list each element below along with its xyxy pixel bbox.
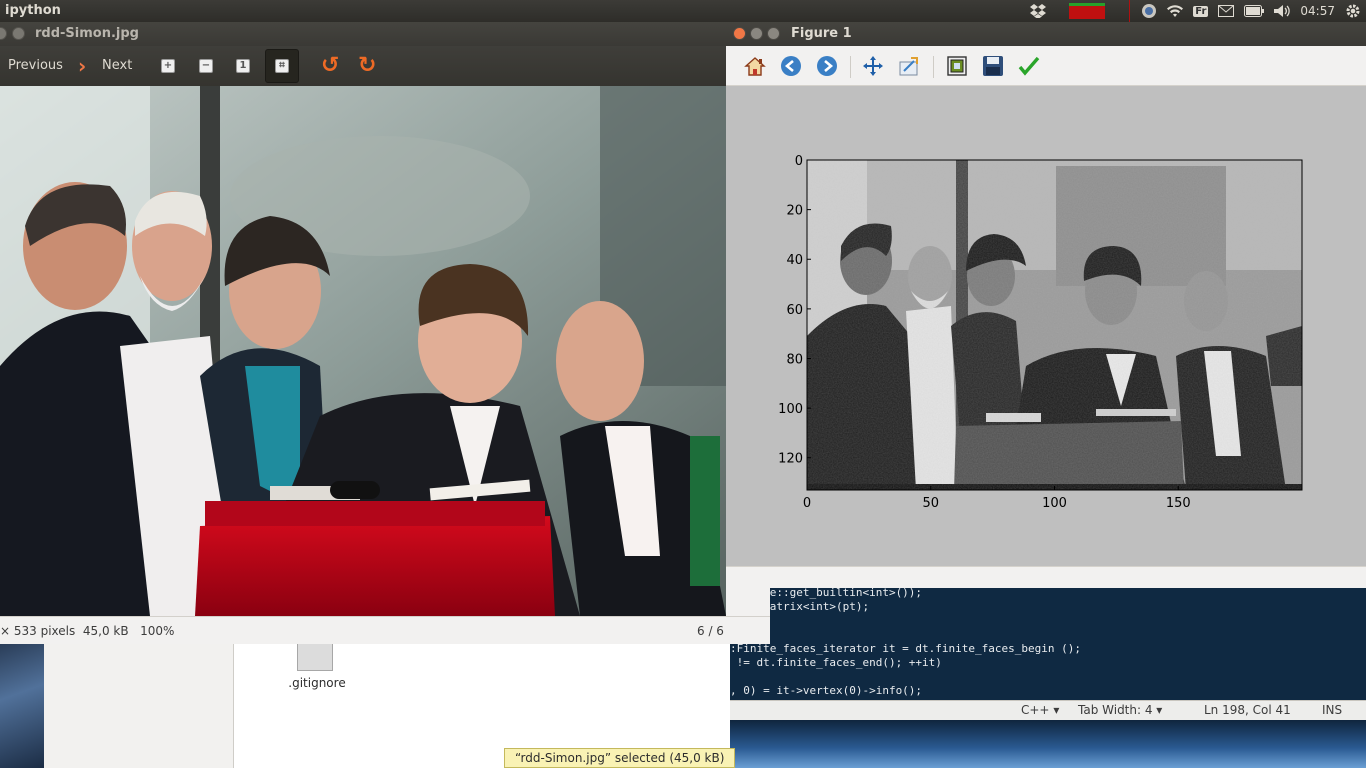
next-arrow-icon[interactable]: › xyxy=(78,54,86,78)
file-manager-sidebar[interactable] xyxy=(44,642,234,768)
chat-status-icon[interactable] xyxy=(1141,0,1157,22)
figure-window: Figure 1 0 50 100 150 0 20 40 60 80 100 … xyxy=(726,22,1366,588)
image-viewer-toolbar: Previous › Next + − 1 ⌗ ↺ ↻ xyxy=(0,46,726,86)
forward-icon[interactable] xyxy=(815,54,839,78)
back-icon[interactable] xyxy=(779,54,803,78)
zoom-icon[interactable] xyxy=(897,54,921,78)
editor-statusbar: C++ ▾ Tab Width: 4 ▾ Ln 198, Col 41 INS xyxy=(728,700,1366,720)
app-title: ipython xyxy=(5,3,61,18)
code-line: ::dtype::get_builtin<int>()); xyxy=(730,586,923,599)
y-tick-label: 80 xyxy=(786,352,803,367)
zoom-out-button[interactable]: − xyxy=(194,54,218,78)
mail-icon[interactable] xyxy=(1218,0,1235,22)
language-selector[interactable]: C++ ▾ xyxy=(1021,703,1059,717)
photo-view[interactable] xyxy=(0,86,726,616)
code-line: :Finite_faces_iterator it = dt.finite_fa… xyxy=(730,642,1081,655)
indicator-flag-icon[interactable] xyxy=(1069,3,1106,19)
selection-status: “rdd-Simon.jpg” selected (45,0 kB) xyxy=(504,748,736,768)
minimize-button[interactable] xyxy=(12,27,25,40)
dropbox-icon[interactable] xyxy=(1030,0,1047,22)
zoom-in-button[interactable]: + xyxy=(156,54,180,78)
wallpaper-earth-left xyxy=(0,644,46,768)
image-viewer-statusbar: × 533 pixels 45,0 kB 100% 6 / 6 xyxy=(0,616,770,644)
best-fit-button[interactable]: ⌗ xyxy=(265,49,299,83)
cursor-position: Ln 198, Col 41 xyxy=(1204,703,1291,717)
minimize-button[interactable] xyxy=(750,27,763,40)
x-tick-label: 50 xyxy=(922,496,939,511)
code-line: n_to_matrix<int>(pt); xyxy=(730,600,870,613)
volume-icon[interactable] xyxy=(1274,0,1291,22)
image-dimensions: × 533 pixels xyxy=(0,624,76,638)
figure-canvas[interactable]: 0 50 100 150 0 20 40 60 80 100 120 xyxy=(726,86,1366,566)
figure-titlebar[interactable]: Figure 1 xyxy=(726,22,1366,46)
zoom-out-icon: − xyxy=(199,59,213,73)
x-tick-label: 0 xyxy=(803,496,811,511)
code-editor-window: ::dtype::get_builtin<int>()); n_to_matri… xyxy=(728,586,1366,720)
y-tick-label: 20 xyxy=(786,204,803,219)
tab-width-selector[interactable]: Tab Width: 4 ▾ xyxy=(1078,703,1162,717)
x-tick-label: 100 xyxy=(1042,496,1067,511)
code-line: , 0) = it->vertex(0)->info(); xyxy=(730,684,923,697)
image-plot: 0 50 100 150 0 20 40 60 80 100 120 xyxy=(778,154,1303,511)
toolbar-separator xyxy=(850,56,851,78)
home-icon[interactable] xyxy=(743,54,767,78)
next-button[interactable]: Next xyxy=(102,58,132,73)
y-tick-label: 120 xyxy=(778,452,803,467)
y-tick-label: 100 xyxy=(778,402,803,417)
text-file-icon[interactable] xyxy=(297,642,333,671)
figure-title: Figure 1 xyxy=(791,26,852,41)
code-line: != dt.finite_faces_end(); ++it) xyxy=(730,656,942,669)
edit-icon[interactable] xyxy=(1017,54,1041,78)
normal-size-button[interactable]: 1 xyxy=(231,54,255,78)
close-button[interactable] xyxy=(733,27,746,40)
file-manager-window: .gitignore “rdd-Simon.jpg” selected (45,… xyxy=(44,642,736,768)
image-position: 6 / 6 xyxy=(697,624,724,638)
grayscale-image xyxy=(807,160,1302,490)
top-panel: ipython Fr 04:57 xyxy=(0,0,1366,22)
file-name-label[interactable]: .gitignore xyxy=(268,676,366,690)
rotate-right-icon[interactable]: ↻ xyxy=(358,53,376,78)
pan-icon[interactable] xyxy=(861,54,885,78)
wallpaper-earth xyxy=(728,718,1366,768)
subplots-icon[interactable] xyxy=(945,54,969,78)
x-tick-label: 150 xyxy=(1166,496,1191,511)
clock[interactable]: 04:57 xyxy=(1300,0,1335,22)
best-fit-icon: ⌗ xyxy=(275,59,289,73)
image-info: × 533 pixels 45,0 kB 100% xyxy=(0,624,174,638)
session-gear-icon[interactable] xyxy=(1345,0,1361,22)
figure-statusbar xyxy=(726,566,1366,588)
zoom-level: 100% xyxy=(140,624,175,638)
y-tick-label: 0 xyxy=(795,154,803,169)
code-view[interactable]: ::dtype::get_builtin<int>()); n_to_matri… xyxy=(728,586,1366,700)
window-title: rdd-Simon.jpg xyxy=(35,26,139,41)
normal-size-icon: 1 xyxy=(236,59,250,73)
insert-mode: INS xyxy=(1322,703,1343,717)
figure-toolbar xyxy=(726,46,1366,86)
battery-icon[interactable] xyxy=(1244,0,1265,22)
zoom-in-icon: + xyxy=(161,59,175,73)
save-icon[interactable] xyxy=(981,54,1005,78)
wifi-icon[interactable] xyxy=(1167,0,1184,22)
panel-divider xyxy=(1129,0,1131,22)
toolbar-separator xyxy=(933,56,934,78)
y-tick-label: 40 xyxy=(786,253,803,268)
keyboard-layout-indicator[interactable]: Fr xyxy=(1193,0,1209,22)
rotate-left-icon[interactable]: ↺ xyxy=(321,53,339,78)
image-viewer-titlebar[interactable]: rdd-Simon.jpg xyxy=(0,22,770,46)
close-button[interactable] xyxy=(0,27,7,40)
previous-button[interactable]: Previous xyxy=(8,58,63,73)
image-size: 45,0 kB xyxy=(82,624,129,638)
system-tray: Fr 04:57 xyxy=(1025,0,1366,22)
maximize-button[interactable] xyxy=(767,27,780,40)
image-viewer-window: rdd-Simon.jpg Previous › Next + − 1 ⌗ ↺ … xyxy=(0,22,770,644)
y-tick-label: 60 xyxy=(786,303,803,318)
group-photo xyxy=(0,86,726,616)
